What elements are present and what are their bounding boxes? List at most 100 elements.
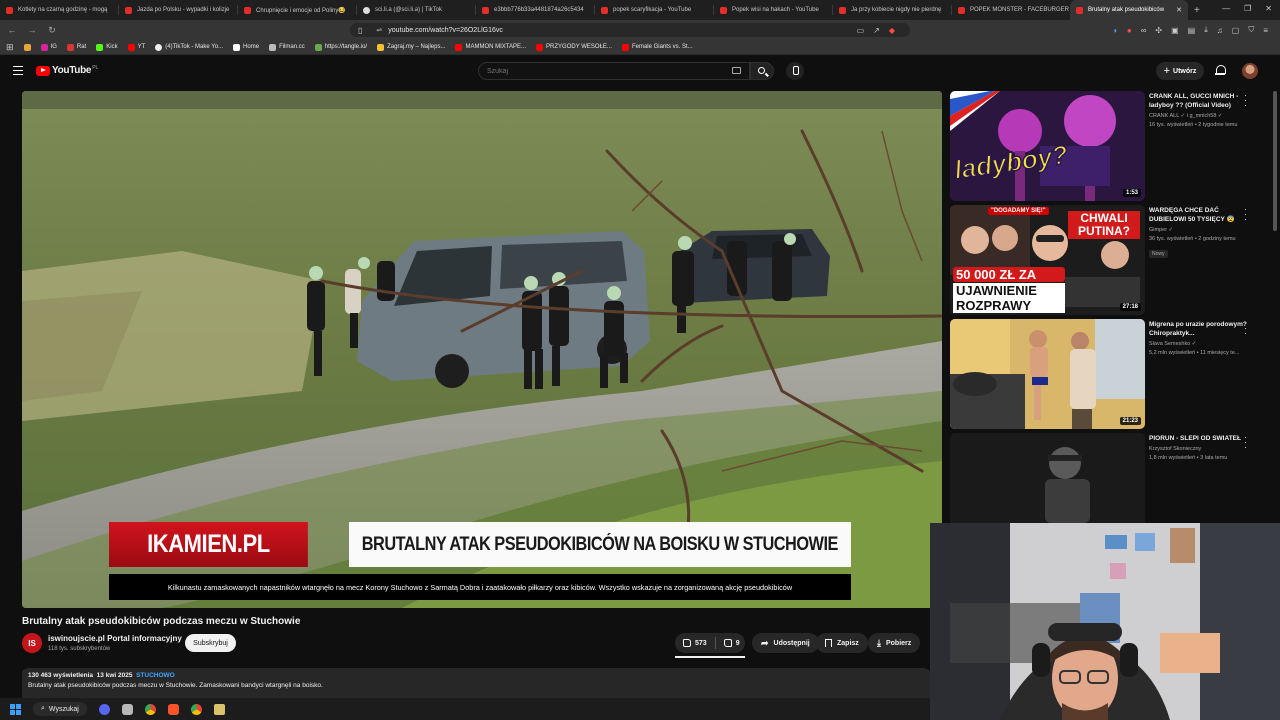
- bookmark-item[interactable]: https://tangle.io/: [314, 43, 367, 51]
- keyboard-icon[interactable]: [732, 67, 741, 74]
- search-button[interactable]: [750, 62, 774, 80]
- bookmark-item[interactable]: PRZYGODY WESOŁE...: [536, 43, 612, 51]
- browser-tab[interactable]: popek scaryfikacja - YouTube: [595, 0, 713, 20]
- save-button[interactable]: Zapisz: [816, 633, 868, 653]
- voice-search-icon[interactable]: [786, 62, 804, 80]
- bookmark-item[interactable]: Kick: [96, 43, 118, 51]
- chrome-icon[interactable]: [144, 703, 156, 715]
- browser-tab[interactable]: Jazda po Polsku - wypadki i kolizje: [119, 0, 237, 20]
- close-tab-icon[interactable]: ✕: [1176, 6, 1182, 14]
- minimize-icon[interactable]: —: [1222, 4, 1230, 13]
- more-options-icon[interactable]: · · ·: [1244, 433, 1247, 452]
- url-field[interactable]: ▯ ⇌ youtube.com/watch?v=26O2LlG16vc: [350, 23, 910, 37]
- bookmark-item[interactable]: YT: [127, 43, 145, 51]
- wallet-icon[interactable]: ▤: [1188, 26, 1196, 35]
- more-options-icon[interactable]: · · ·: [1244, 91, 1247, 110]
- bookmark-icon[interactable]: ▯: [358, 26, 362, 35]
- maximize-icon[interactable]: ❐: [1244, 4, 1251, 13]
- like-button[interactable]: 573: [675, 639, 707, 647]
- bookmark-item[interactable]: Filman.cc: [269, 43, 305, 51]
- browser-tab[interactable]: Popek wisi na hakach - YouTube: [714, 0, 832, 20]
- bookmark-item[interactable]: IG: [40, 43, 57, 51]
- taskbar-search[interactable]: ⌕ Wyszukaj: [33, 702, 87, 716]
- browser-tab[interactable]: e3bbb776b33a4481874a26c5434: [476, 0, 594, 20]
- browser-tab[interactable]: sci.li.a (@sci.li.a) | TikTok: [357, 0, 475, 20]
- download-button[interactable]: ⤓ Pobierz: [868, 633, 921, 653]
- recommendation-channel[interactable]: CRANK ALL ✓ i g_mnich58 ✓: [1149, 113, 1249, 119]
- user-avatar[interactable]: [1242, 63, 1258, 79]
- recommendation-channel[interactable]: Gimper ✓: [1149, 227, 1249, 233]
- apps-icon[interactable]: ⊞: [6, 42, 14, 53]
- bookmark-item[interactable]: MAMMON MIXTAPE...: [455, 43, 526, 51]
- browser-tab[interactable]: Kotlety na czarną godzinę - mogą: [0, 0, 118, 20]
- bookmark-item[interactable]: Zagraj.my – Najleps...: [377, 43, 445, 51]
- cast-icon[interactable]: ▭: [857, 26, 865, 35]
- download-icon[interactable]: ⤓: [1204, 25, 1208, 35]
- bookmark-item[interactable]: (4)TikTok - Make Yo...: [155, 43, 223, 51]
- sidebar-icon[interactable]: ▣: [1171, 26, 1179, 35]
- more-options-icon[interactable]: · · ·: [1244, 319, 1247, 338]
- recommendation-title[interactable]: Migrena po urazie porodowym? Chiroprakty…: [1149, 320, 1249, 338]
- share-button[interactable]: ➦ Udostępnij: [752, 633, 819, 653]
- bookmark-item[interactable]: Female Giants vs. St...: [621, 43, 693, 51]
- new-tab-icon[interactable]: +: [1194, 5, 1200, 16]
- channel-name[interactable]: iswinoujscie.pl Portal informacyjny: [48, 634, 182, 643]
- bookmark-item[interactable]: [23, 43, 31, 51]
- bookmark-item[interactable]: Rat: [66, 43, 86, 51]
- shield-icon[interactable]: ⛉: [1248, 25, 1254, 35]
- video-player[interactable]: IKAMIEN.PL BRUTALNY ATAK PSEUDOKIBICÓW N…: [22, 91, 942, 608]
- recommendation-thumbnail[interactable]: "DOGADAMY SIĘ!" CHWALI PUTINA? 50 000 ZŁ…: [950, 205, 1145, 315]
- recommendation-thumbnail[interactable]: [950, 433, 1145, 523]
- recommendation-card[interactable]: PIORUN - SLEPI OD SWIATEŁ Krzysztof Skon…: [950, 433, 1270, 523]
- browser-tab[interactable]: Chrupnięcie i emocje od Poliny😂: [238, 0, 356, 20]
- music-icon[interactable]: ♫: [1217, 26, 1223, 35]
- puzzle-icon[interactable]: ✣: [1155, 26, 1162, 35]
- brave-icon[interactable]: [167, 703, 179, 715]
- screenshot-icon[interactable]: ▢: [1232, 26, 1240, 35]
- brave-shield-icon[interactable]: ◆: [889, 26, 895, 35]
- app-icon[interactable]: [213, 703, 225, 715]
- reload-icon[interactable]: ↻: [44, 25, 60, 36]
- recommendation-title[interactable]: CRANK ALL, GUCCI MNICH - ladyboy ?? (Off…: [1149, 92, 1249, 110]
- recommendation-channel[interactable]: Krzysztof Skonieczny: [1149, 446, 1249, 452]
- file-explorer-icon[interactable]: [121, 703, 133, 715]
- bookmark-item[interactable]: Home: [233, 43, 259, 51]
- menu-icon[interactable]: [13, 66, 23, 75]
- create-button[interactable]: + Utwórz: [1156, 62, 1204, 80]
- vpn-icon[interactable]: ∞: [1141, 26, 1147, 35]
- dislike-button[interactable]: 9: [716, 639, 740, 647]
- bookmarks-bar: ⊞ IG Rat Kick YT (4)TikTok - Make Yo... …: [0, 40, 1280, 55]
- browser-tab[interactable]: POPEK MONSTER - FACEBURGER: [952, 0, 1070, 20]
- subscribe-button[interactable]: Subskrybuj: [185, 634, 236, 652]
- menu-icon[interactable]: ≡: [1263, 26, 1268, 35]
- recommendation-thumbnail[interactable]: ladyboy? 1:53: [950, 91, 1145, 201]
- back-icon[interactable]: ←: [4, 25, 20, 35]
- browser-tab[interactable]: Ja przy kobiecie nigdy nie pierdnę: [833, 0, 951, 20]
- adblock-icon[interactable]: ●: [1127, 26, 1132, 35]
- recommendation-card[interactable]: 21:23 Migrena po urazie porodowym? Chiro…: [950, 319, 1270, 429]
- browser-tab-active[interactable]: Brutalny atak pseudokibiców ✕: [1070, 0, 1188, 20]
- forward-icon[interactable]: →: [24, 25, 40, 35]
- hashtag-link[interactable]: STUCHOWO: [136, 672, 175, 679]
- channel-avatar[interactable]: IS: [22, 633, 42, 653]
- windows-start-icon[interactable]: [10, 703, 21, 715]
- share-icon[interactable]: ↗: [873, 26, 880, 35]
- tab-label: e3bbb776b33a4481874a26c5434: [494, 7, 584, 13]
- recommendation-card[interactable]: ladyboy? 1:53 CRANK ALL, GUCCI MNICH - l…: [950, 91, 1270, 201]
- recommendation-title[interactable]: PIORUN - SLEPI OD SWIATEŁ: [1149, 434, 1249, 443]
- recommendation-title[interactable]: WARDĘGA CHCE DAĆ DUBIELOWI 50 TYSIĘCY 😨: [1149, 206, 1249, 224]
- close-window-icon[interactable]: ✕: [1265, 4, 1272, 13]
- page-scrollbar[interactable]: [1273, 91, 1277, 231]
- youtube-logo[interactable]: YouTube PL: [36, 65, 98, 76]
- search-input[interactable]: [487, 67, 707, 75]
- browser-tab-bar: Kotlety na czarną godzinę - mogą Jazda p…: [0, 0, 1280, 20]
- recommendation-channel[interactable]: Slava Semeshko ✓: [1149, 341, 1249, 347]
- recommendation-thumbnail[interactable]: 21:23: [950, 319, 1145, 429]
- more-options-icon[interactable]: · · ·: [1244, 205, 1247, 224]
- audio-extension-icon[interactable]: ◗: [1113, 26, 1118, 35]
- notifications-bell-icon[interactable]: [1215, 65, 1226, 76]
- site-info-icon[interactable]: ⇌: [376, 26, 382, 34]
- chrome-icon[interactable]: [190, 703, 202, 715]
- discord-icon[interactable]: [98, 703, 110, 715]
- recommendation-card[interactable]: "DOGADAMY SIĘ!" CHWALI PUTINA? 50 000 ZŁ…: [950, 205, 1270, 315]
